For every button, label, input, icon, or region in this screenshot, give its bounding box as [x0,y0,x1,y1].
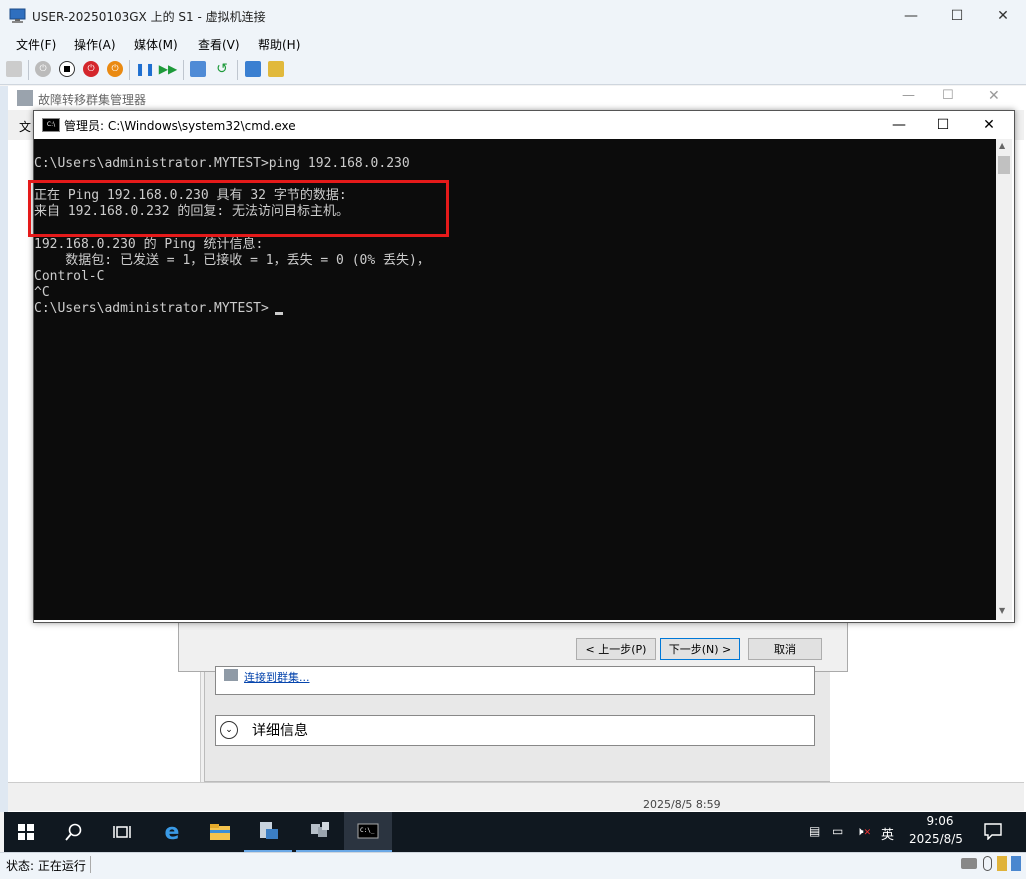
details-label: 详细信息 [252,723,308,739]
wizard-cancel-button[interactable]: 取消 [748,638,822,660]
server-manager-icon[interactable] [244,812,292,852]
network-tray-icon[interactable]: ▤ [809,824,820,838]
start-icon[interactable]: ⏻ [35,61,51,77]
guest-left-edge [0,86,8,812]
volume-muted-icon[interactable]: 🕨✕ [856,824,871,839]
fcm-maximize-button[interactable]: ☐ [942,88,954,103]
save-icon[interactable]: ⏻ [107,61,123,77]
vm-statusbar [0,852,1026,879]
vm-maximize-button[interactable]: ☐ [934,0,980,32]
clock-time[interactable]: 9:06 [910,814,970,828]
fcm-window-title: 故障转移群集管理器 [38,93,147,107]
file-explorer-icon[interactable] [196,812,244,852]
cmd-scrollbar[interactable] [996,139,1012,620]
background-timestamp: 2025/8/5 8:59 [643,798,721,811]
fcm-status-bar [8,782,1024,811]
cluster-connect-icon [224,669,238,681]
console-line: C:\Users\administrator.MYTEST>ping 192.1… [34,156,410,171]
console-cursor [275,312,283,315]
toolbar-separator [237,60,238,80]
menu-media[interactable]: 媒体(M) [134,36,178,53]
menu-help[interactable]: 帮助(H) [258,36,300,53]
keyboard-icon [961,858,977,869]
console-line: 数据包: 已发送 = 1，已接收 = 1，丢失 = 0 (0% 丢失)， [34,253,430,268]
enhanced-session-icon[interactable] [245,61,261,77]
revert-icon[interactable]: ↺ [214,61,230,77]
mouse-icon [983,856,992,871]
scroll-down-icon[interactable]: ▼ [999,606,1005,615]
cmd-window-title: 管理员: C:\Windows\system32\cmd.exe [64,119,296,133]
lock-icon [997,856,1007,871]
fcm-close-button[interactable]: ✕ [988,88,1000,104]
cmd-close-button[interactable]: ✕ [966,111,1012,139]
display-tray-icon[interactable]: ▭ [832,824,843,838]
console-line: 192.168.0.230 的 Ping 统计信息: [34,237,264,252]
ie-browser-icon[interactable]: e [148,812,196,852]
connect-to-cluster-link[interactable]: 连接到群集... [244,669,310,685]
console-line: ^C [34,285,50,300]
notification-icon[interactable] [984,822,1002,843]
red-highlight-box [28,180,449,237]
console-line: Control-C [34,269,105,284]
fcm-minimize-button[interactable]: — [902,88,915,103]
cmd-maximize-button[interactable]: ☐ [920,111,966,139]
scroll-up-icon[interactable]: ▲ [999,141,1005,150]
vm-close-button[interactable]: ✕ [980,0,1026,32]
clock-date[interactable]: 2025/8/5 [904,832,968,846]
menu-action[interactable]: 操作(A) [74,36,116,53]
fcm-menu-file[interactable]: 文 [19,118,31,135]
cmd-scrollbar-thumb[interactable] [998,156,1010,174]
enhanced-mode-icon [1011,856,1021,871]
fcm-titlebar [8,86,1024,111]
search-icon[interactable] [50,812,98,852]
resume-icon[interactable]: ▶▶ [159,61,177,77]
vm-window-title: USER-20250103GX 上的 S1 - 虚拟机连接 [32,10,266,24]
toolbar-separator [28,60,29,80]
failover-cluster-taskbar-icon[interactable] [296,812,344,852]
task-view-icon[interactable] [98,812,146,852]
vm-monitor-icon [9,7,26,24]
cluster-manager-icon [17,90,33,106]
svg-text:C:\_: C:\_ [360,827,375,834]
pause-icon[interactable]: ❚❚ [135,61,155,77]
cmd-taskbar-icon[interactable]: C:\_ [344,812,392,852]
checkpoint-icon[interactable] [190,61,206,77]
ctrl-alt-del-icon[interactable] [6,61,22,77]
menu-view[interactable]: 查看(V) [198,36,240,53]
cmd-icon: C:\ [42,118,60,132]
vm-minimize-button[interactable]: — [888,0,934,32]
console-prompt: C:\Users\administrator.MYTEST> [34,301,269,316]
turn-off-icon[interactable] [59,61,75,77]
toolbar-separator [129,60,130,80]
start-button[interactable] [2,812,50,852]
share-icon[interactable] [268,61,284,77]
toolbar-separator [183,60,184,80]
cmd-minimize-button[interactable]: — [876,111,922,139]
shutdown-icon[interactable]: ⏻ [83,61,99,77]
menu-file[interactable]: 文件(F) [16,36,56,53]
vm-status-text: 状态: 正在运行 [6,859,86,873]
wizard-next-button[interactable]: 下一步(N) > [660,638,740,660]
ime-indicator[interactable]: 英 [881,824,894,843]
wizard-back-button[interactable]: < 上一步(P) [576,638,656,660]
windows-logo-icon [18,824,34,840]
status-separator [90,856,91,873]
chevron-down-icon[interactable]: ⌄ [220,721,238,739]
